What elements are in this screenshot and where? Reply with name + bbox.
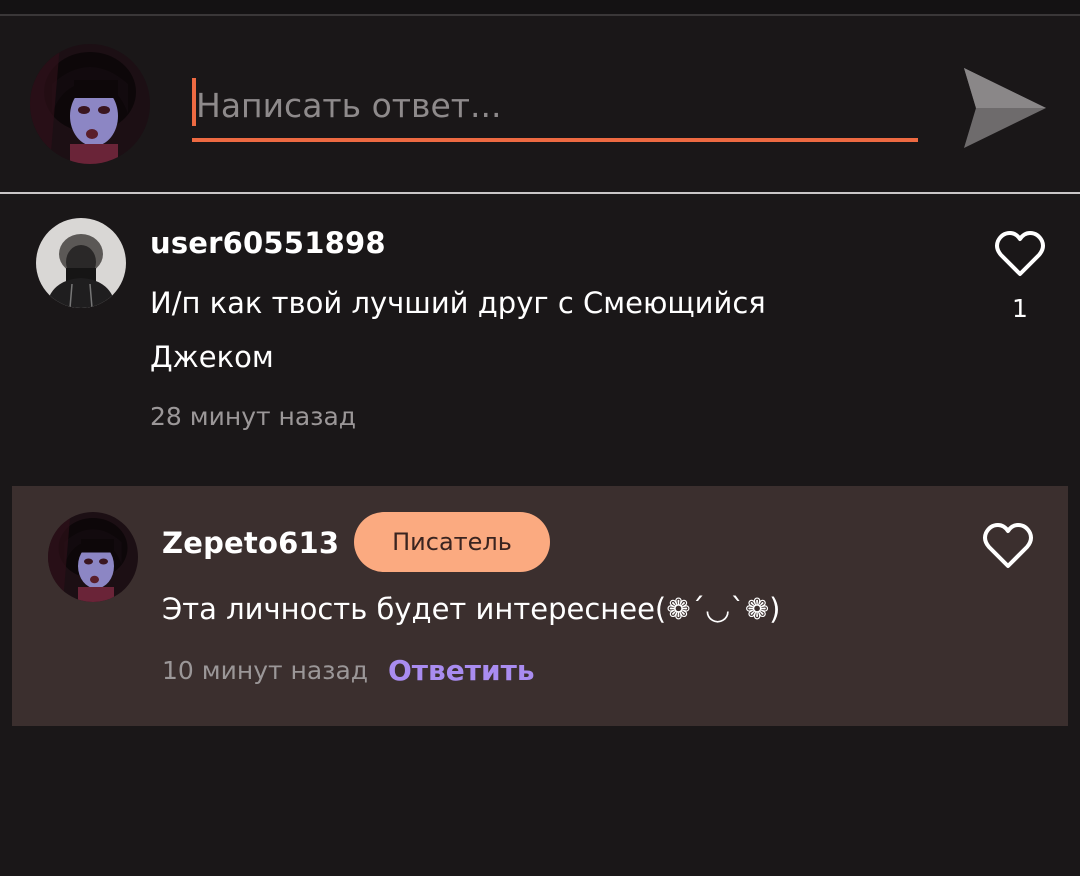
reply-composer — [0, 16, 1080, 194]
text-caret — [192, 78, 196, 126]
like-button[interactable] — [980, 518, 1036, 574]
comment-text: Эта личность будет интереснее(❁´◡`❁) — [162, 592, 781, 626]
send-icon — [964, 68, 1046, 148]
like-count: 1 — [1012, 294, 1028, 323]
heart-icon — [995, 231, 1045, 276]
commenter-avatar[interactable] — [48, 512, 138, 602]
current-user-avatar[interactable] — [30, 44, 150, 164]
comment-text: И/п как твой лучший друг с Смеющийся Дже… — [150, 286, 766, 374]
comment-item: user60551898 И/п как твой лучший друг с … — [0, 194, 1080, 454]
commenter-avatar[interactable] — [36, 218, 126, 308]
reply-input[interactable] — [192, 72, 918, 142]
reply-button[interactable]: Ответить — [388, 654, 535, 687]
top-strip — [0, 0, 1080, 16]
writer-badge: Писатель — [354, 512, 550, 572]
like-button[interactable] — [992, 226, 1048, 282]
heart-icon — [983, 523, 1033, 568]
comment-username[interactable]: Zepeto613 — [162, 526, 339, 560]
comment-timestamp: 28 минут назад — [150, 402, 357, 431]
comment-timestamp: 10 минут назад — [162, 656, 369, 685]
send-button[interactable] — [958, 62, 1050, 154]
comment-item-highlighted: Zepeto613 Писатель Эта личность будет ин… — [12, 486, 1068, 726]
comment-username[interactable]: user60551898 — [150, 226, 386, 260]
